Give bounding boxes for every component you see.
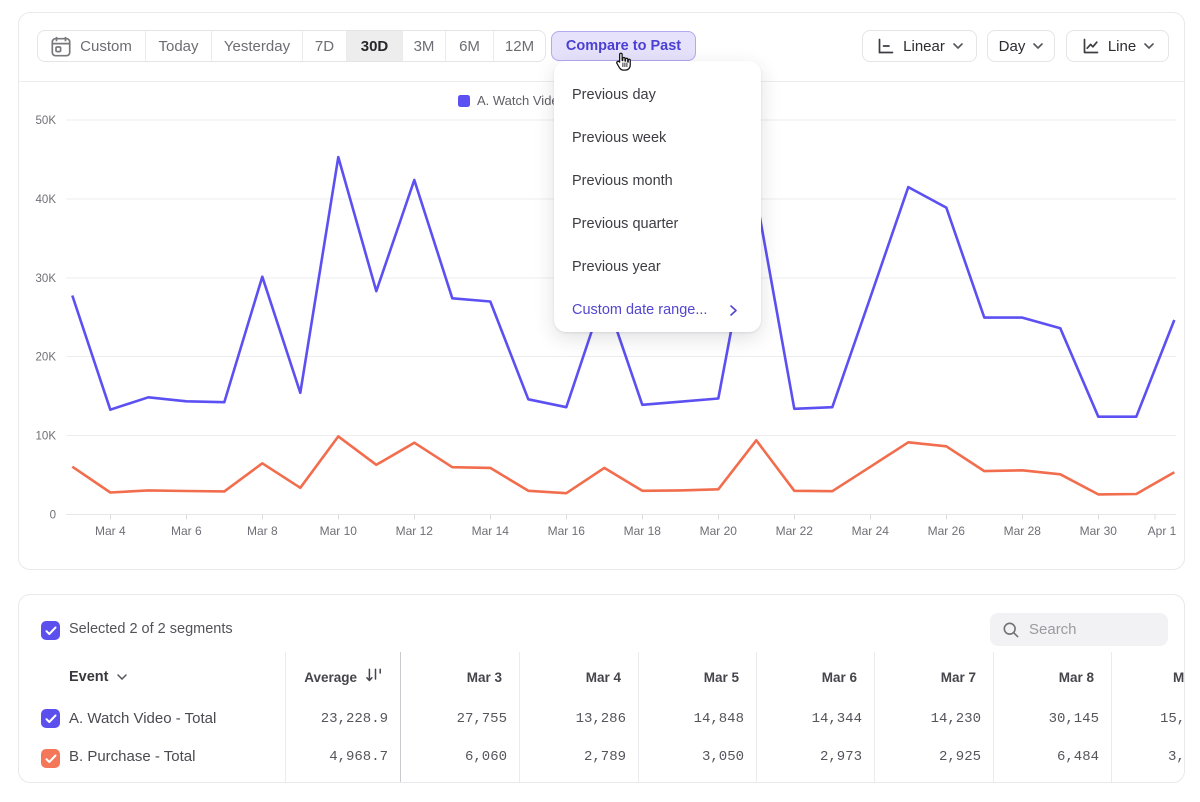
svg-text:Apr 1: Apr 1 [1148, 524, 1177, 538]
svg-text:50K: 50K [36, 115, 57, 127]
svg-text:Mar 16: Mar 16 [548, 524, 586, 538]
svg-text:0: 0 [50, 510, 56, 522]
svg-text:Mar 24: Mar 24 [852, 524, 890, 538]
svg-text:40K: 40K [36, 194, 57, 206]
svg-text:Mar 22: Mar 22 [776, 524, 814, 538]
svg-text:Mar 4: Mar 4 [95, 524, 126, 538]
svg-text:Mar 18: Mar 18 [624, 524, 662, 538]
svg-text:Mar 12: Mar 12 [396, 524, 434, 538]
svg-text:Mar 6: Mar 6 [171, 524, 202, 538]
svg-text:30K: 30K [36, 273, 57, 285]
svg-text:Mar 20: Mar 20 [700, 524, 738, 538]
svg-text:20K: 20K [36, 352, 57, 364]
svg-text:Mar 30: Mar 30 [1080, 524, 1118, 538]
svg-text:Mar 10: Mar 10 [320, 524, 358, 538]
svg-text:Mar 26: Mar 26 [928, 524, 966, 538]
svg-text:Mar 28: Mar 28 [1004, 524, 1042, 538]
svg-text:10K: 10K [36, 431, 57, 443]
svg-text:Mar 14: Mar 14 [472, 524, 510, 538]
svg-text:Mar 8: Mar 8 [247, 524, 278, 538]
